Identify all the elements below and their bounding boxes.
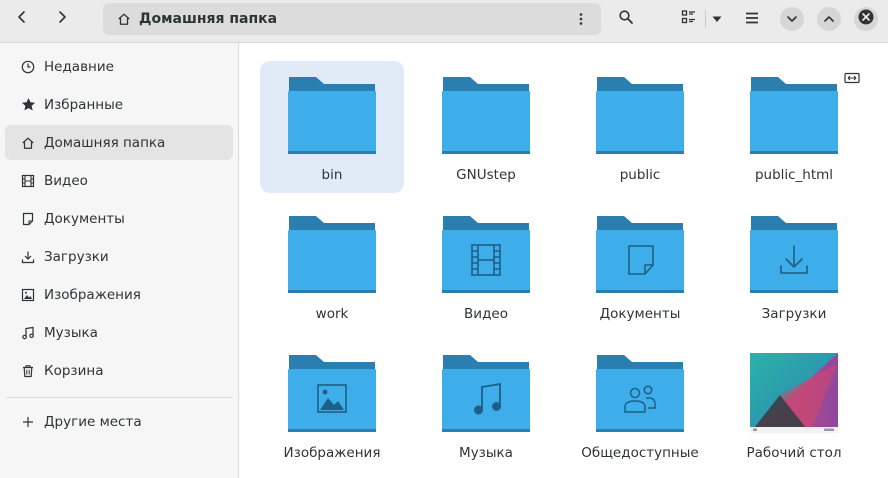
sidebar-item-downloads[interactable]: Загрузки (5, 239, 233, 274)
close-button[interactable] (854, 7, 878, 31)
file-item[interactable]: work (260, 200, 404, 332)
forward-icon (54, 9, 70, 29)
file-grid: bin GNUstep public public_htmlwork Видео Доку… (240, 43, 888, 478)
folder-icon (288, 214, 376, 294)
minimize-button[interactable] (780, 7, 804, 31)
sidebar-item-recent[interactable]: Недавние (5, 49, 233, 84)
file-name: Документы (599, 306, 681, 322)
file-name: Общедоступные (581, 445, 699, 461)
sidebar: Недавние Избранные Домашняя папка Видео … (0, 43, 239, 478)
sidebar-item-starred[interactable]: Избранные (5, 87, 233, 122)
sidebar-separator (6, 397, 233, 398)
folder-icon (288, 353, 376, 433)
maximize-button[interactable] (817, 7, 841, 31)
main-menu-button[interactable] (739, 5, 765, 33)
sidebar-item-label: Другие места (44, 413, 142, 430)
sidebar-item-documents[interactable]: Документы (5, 201, 233, 236)
file-name: Загрузки (761, 306, 827, 322)
home-icon (20, 135, 36, 151)
file-item[interactable]: Изображения (260, 339, 404, 471)
file-item[interactable]: Общедоступные (568, 339, 712, 471)
search-icon (618, 9, 634, 29)
chevron-down-icon (786, 10, 798, 29)
sidebar-item-label: Домашняя папка (44, 134, 166, 151)
view-list-icon (681, 9, 697, 29)
close-icon (857, 8, 875, 30)
download-icon (20, 249, 36, 265)
sidebar-item-other-locations[interactable]: Другие места (5, 404, 233, 439)
folder-icon (596, 214, 684, 294)
file-item[interactable]: public_html (722, 61, 866, 193)
file-name: work (315, 306, 349, 322)
sidebar-item-label: Избранные (44, 96, 124, 113)
file-item[interactable]: Рабочий стол (722, 339, 866, 471)
file-name: Видео (464, 306, 508, 322)
view-options-dropdown[interactable] (707, 5, 727, 33)
folder-icon (442, 353, 530, 433)
plus-icon (20, 414, 36, 430)
file-name: public_html (754, 167, 834, 183)
star-icon (20, 97, 36, 113)
header-bar: Домашняя папка (0, 0, 888, 43)
caret-down-icon (711, 10, 723, 29)
image-icon (20, 287, 36, 303)
file-item[interactable]: Музыка (414, 339, 558, 471)
search-button[interactable] (612, 5, 640, 33)
folder-icon (596, 75, 684, 155)
chevron-up-icon (823, 10, 835, 29)
sidebar-item-trash[interactable]: Корзина (5, 353, 233, 388)
home-icon (116, 11, 132, 27)
trash-icon (20, 363, 36, 379)
desktop-thumbnail-icon (750, 353, 838, 433)
folder-icon (596, 353, 684, 433)
sidebar-item-pictures[interactable]: Изображения (5, 277, 233, 312)
back-icon (14, 9, 30, 29)
forward-button[interactable] (48, 5, 76, 33)
file-name: GNUstep (456, 167, 516, 183)
sidebar-item-label: Корзина (44, 362, 104, 379)
more-options-icon[interactable] (569, 7, 593, 31)
folder-icon (288, 75, 376, 155)
sidebar-item-home[interactable]: Домашняя папка (5, 125, 233, 160)
file-item[interactable]: public (568, 61, 712, 193)
sidebar-item-label: Документы (44, 210, 125, 227)
file-item[interactable]: Загрузки (722, 200, 866, 332)
folder-icon (750, 75, 838, 155)
view-divider (705, 10, 706, 28)
music-icon (20, 325, 36, 341)
folder-icon (442, 214, 530, 294)
sidebar-item-music[interactable]: Музыка (5, 315, 233, 350)
file-item[interactable]: Документы (568, 200, 712, 332)
sidebar-item-label: Недавние (44, 58, 114, 75)
document-icon (20, 211, 36, 227)
sidebar-item-label: Музыка (44, 324, 98, 341)
sidebar-item-videos[interactable]: Видео (5, 163, 233, 198)
folder-icon (750, 214, 838, 294)
file-name: public (619, 167, 661, 183)
film-icon (20, 173, 36, 189)
sidebar-item-label: Изображения (44, 286, 141, 303)
hamburger-menu-icon (745, 10, 759, 29)
sidebar-item-label: Загрузки (44, 248, 109, 265)
page-title: Домашняя папка (139, 11, 278, 27)
folder-icon (442, 75, 530, 155)
file-name: Музыка (459, 445, 513, 461)
view-mode-button[interactable] (676, 5, 702, 33)
file-item[interactable]: Видео (414, 200, 558, 332)
path-bar[interactable]: Домашняя папка (103, 3, 601, 35)
file-item[interactable]: bin (260, 61, 404, 193)
file-name: Рабочий стол (746, 445, 842, 461)
sidebar-item-label: Видео (44, 172, 88, 189)
file-name: Изображения (283, 445, 381, 461)
back-button[interactable] (8, 5, 36, 33)
clock-icon (20, 59, 36, 75)
file-name: bin (321, 167, 343, 183)
file-item[interactable]: GNUstep (414, 61, 558, 193)
